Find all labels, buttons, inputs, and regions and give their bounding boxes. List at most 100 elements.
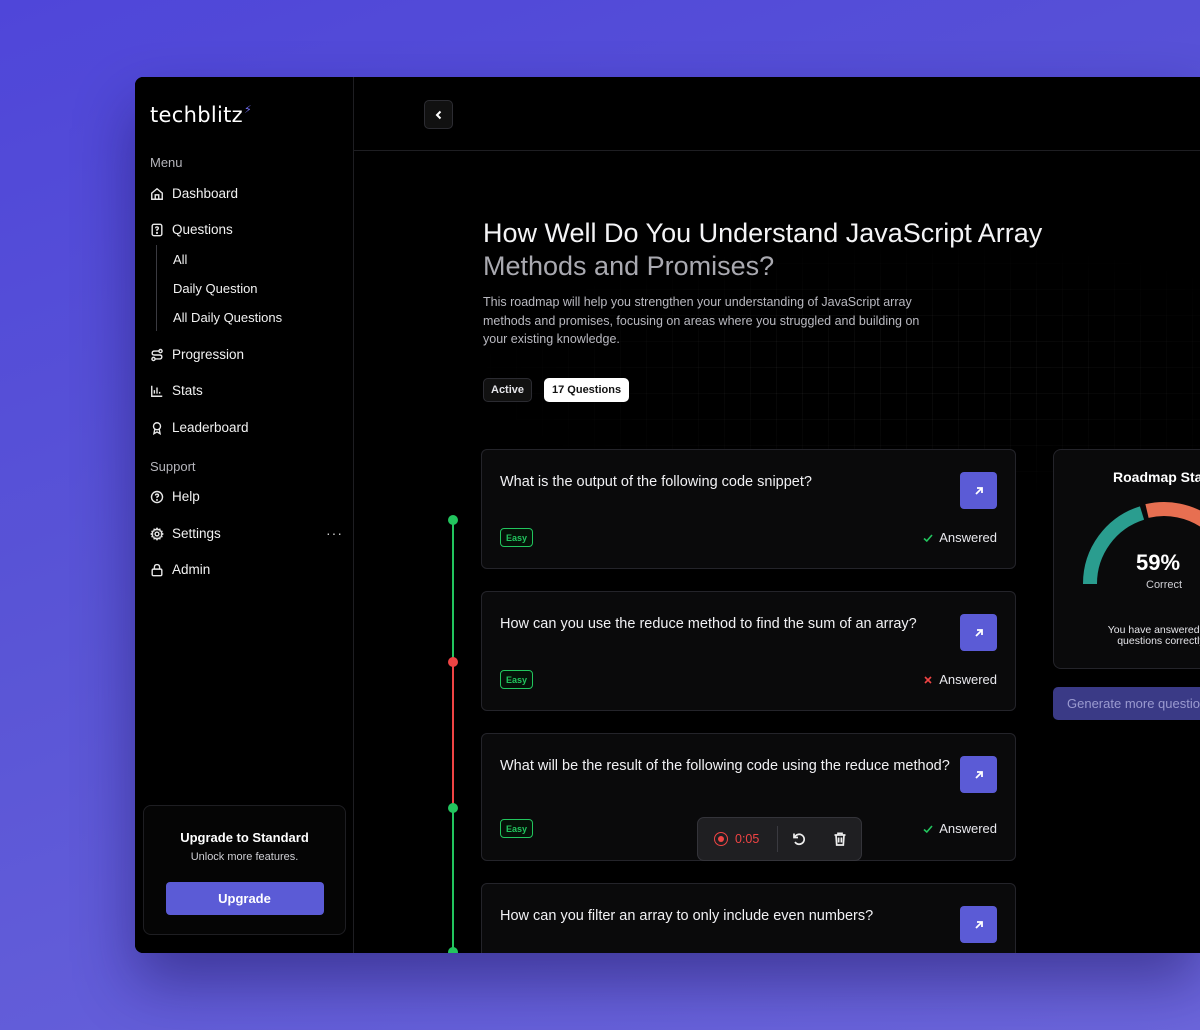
trash-icon (834, 832, 846, 846)
open-question-button[interactable] (960, 756, 997, 793)
question-card[interactable]: What is the output of the following code… (481, 449, 1016, 569)
gear-icon (150, 526, 164, 541)
upgrade-title: Upgrade to Standard (180, 830, 309, 845)
roadmap-description: This roadmap will help you strengthen yo… (483, 295, 920, 346)
arrow-up-right-icon (974, 770, 983, 779)
upgrade-subtitle: Unlock more features. (190, 851, 299, 863)
upgrade-card: Upgrade to Standard Unlock more features… (143, 805, 346, 935)
sidebar-subitem-daily-question[interactable]: Daily Question (173, 281, 258, 296)
sidebar-item-help[interactable]: Help (150, 489, 200, 504)
sidebar-item-leaderboard[interactable]: Leaderboard (150, 420, 249, 435)
delete-recording-button[interactable] (820, 831, 861, 847)
title-main: How Well Do You Understand JavaScript Ar… (483, 218, 1043, 248)
open-question-button[interactable] (960, 906, 997, 943)
difficulty-badge: Easy (500, 670, 534, 689)
answer-status-label: Answered (939, 672, 997, 687)
sidebar-subitem-all-daily-questions[interactable]: All Daily Questions (173, 310, 282, 325)
timeline-segment (452, 520, 454, 662)
menu-label: Menu (150, 155, 183, 170)
sidebar-item-label: Progression (172, 347, 245, 362)
roadmap-stats-card: Roadmap Stats 59% Correct You have answe… (1053, 449, 1200, 669)
generate-more-questions-button[interactable]: Generate more questions (1053, 687, 1200, 720)
bar-chart-icon (151, 385, 163, 397)
more-options-icon[interactable]: ··· (326, 525, 343, 541)
sidebar-item-label: Questions (172, 222, 233, 237)
home-icon (151, 187, 163, 200)
open-question-button[interactable] (960, 614, 997, 651)
stats-title: Roadmap Stats (1113, 469, 1200, 485)
restart-recording-button[interactable] (778, 831, 819, 847)
question-text: How can you use the reduce method to fin… (500, 616, 917, 632)
question-file-icon (151, 223, 163, 236)
sidebar-item-questions[interactable]: Questions (150, 222, 233, 237)
check-icon (923, 533, 933, 542)
timeline-segment (452, 808, 454, 953)
title-muted: Methods and Promises? (483, 251, 775, 281)
support-label: Support (150, 459, 196, 474)
question-count-badge: 17 Questions (544, 378, 630, 402)
stats-message: You have answered 10 questions correctly (1076, 625, 1200, 647)
answer-status-label: Answered (939, 821, 997, 836)
difficulty-badge: Easy (500, 819, 534, 838)
back-button[interactable] (424, 100, 453, 129)
record-icon (714, 832, 728, 846)
question-card[interactable]: How can you use the reduce method to fin… (481, 591, 1016, 711)
sidebar-item-stats[interactable]: Stats (150, 383, 203, 398)
lock-icon (151, 563, 163, 576)
sidebar-item-admin[interactable]: Admin (150, 562, 210, 577)
gauge-correct-arc (1082, 506, 1145, 585)
sidebar-item-label: Leaderboard (172, 420, 249, 435)
rotate-ccw-icon (792, 833, 805, 846)
sidebar-item-progression[interactable]: Progression (150, 347, 244, 362)
stop-recording-button[interactable]: 0:05 (698, 832, 777, 846)
arrow-up-right-icon (974, 628, 983, 637)
help-circle-icon (150, 490, 164, 503)
timeline-dot (448, 803, 458, 813)
sidebar-item-settings[interactable]: Settings (150, 526, 221, 541)
difficulty-badge: Easy (500, 528, 534, 547)
chevron-left-icon (435, 110, 441, 119)
answer-status-label: Answered (939, 530, 997, 545)
correct-percent: 59% (1136, 550, 1181, 575)
sidebar: techblitz⚡ Menu Dashboard Questions All … (135, 77, 354, 953)
timeline-segment (452, 662, 454, 808)
answer-status: Answered (922, 821, 997, 836)
app-window: techblitz⚡ Menu Dashboard Questions All … (135, 77, 1200, 953)
spark-icon: ⚡ (243, 103, 252, 116)
sidebar-item-label: Settings (172, 526, 221, 541)
sidebar-item-dashboard[interactable]: Dashboard (150, 186, 238, 201)
upgrade-button[interactable]: Upgrade (165, 882, 324, 915)
sidebar-item-label: Dashboard (172, 186, 239, 201)
question-text: What is the output of the following code… (500, 474, 812, 490)
question-text: How can you filter an array to only incl… (500, 908, 874, 924)
sidebar-item-label: Help (172, 489, 200, 504)
recording-time: 0:05 (735, 832, 760, 846)
answer-status: Answered (922, 672, 997, 687)
stats-message-line2: questions correctly (1117, 635, 1200, 647)
check-icon (923, 824, 933, 833)
main-content: How Well Do You Understand JavaScript Ar… (354, 77, 1200, 953)
sidebar-item-label: Stats (172, 383, 203, 398)
award-icon (152, 421, 162, 435)
open-question-button[interactable] (960, 472, 997, 509)
logo-text: techblitz (150, 103, 243, 127)
sidebar-subitem-all[interactable]: All (173, 252, 187, 267)
answer-status: Answered (922, 530, 997, 545)
top-bar (354, 77, 1200, 151)
question-card[interactable]: How can you filter an array to only incl… (481, 883, 1016, 953)
timeline-dot (448, 947, 458, 953)
logo[interactable]: techblitz⚡ (150, 103, 252, 127)
page-title: How Well Do You Understand JavaScript Ar… (483, 217, 1143, 283)
recording-toolbar: 0:05 (697, 817, 862, 861)
status-badge: Active (483, 378, 533, 402)
correct-label: Correct (1146, 579, 1183, 591)
route-icon (151, 348, 163, 361)
submenu-line (156, 245, 157, 331)
timeline-dot (448, 657, 458, 667)
sidebar-item-label: Admin (172, 562, 211, 577)
arrow-up-right-icon (974, 920, 983, 929)
arrow-up-right-icon (974, 486, 983, 495)
x-icon (924, 675, 932, 684)
question-text: What will be the result of the following… (500, 758, 950, 774)
timeline-dot (448, 515, 458, 525)
